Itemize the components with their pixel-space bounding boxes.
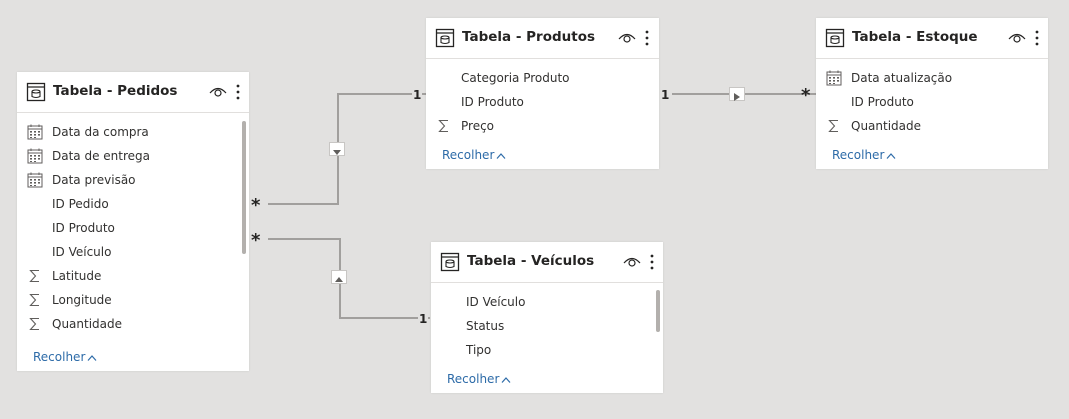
- more-options-icon[interactable]: [1034, 29, 1040, 47]
- table-title: Tabela - Pedidos: [53, 83, 178, 99]
- relationship-line-pedidos-veiculos[interactable]: [268, 238, 430, 319]
- field-name: Categoria Produto: [461, 71, 570, 85]
- filter-direction-right-icon[interactable]: [729, 87, 745, 101]
- eye-icon[interactable]: [618, 31, 636, 45]
- calendar-icon: [27, 172, 43, 188]
- table-card-pedidos[interactable]: Tabela - Pedidos Data da compra Data de e…: [17, 72, 249, 371]
- more-options-icon[interactable]: [235, 83, 241, 101]
- eye-icon[interactable]: [623, 255, 641, 269]
- field-row[interactable]: Preço: [426, 114, 646, 138]
- table-header[interactable]: Tabela - Estoque: [816, 18, 1048, 59]
- field-row[interactable]: Tipo: [431, 338, 651, 362]
- scrollbar[interactable]: [656, 290, 660, 332]
- table-header[interactable]: Tabela - Produtos: [426, 18, 659, 59]
- field-row[interactable]: ID Veículo: [431, 290, 651, 314]
- field-row[interactable]: ID Pedido: [17, 192, 237, 216]
- calendar-icon: [27, 124, 43, 140]
- table-header[interactable]: Tabela - Pedidos: [17, 72, 249, 113]
- field-name: ID Pedido: [52, 197, 109, 211]
- collapse-label: Recolher: [832, 148, 885, 162]
- field-row[interactable]: Quantidade: [17, 312, 237, 336]
- field-name: Status: [466, 319, 505, 333]
- collapse-label: Recolher: [33, 350, 86, 364]
- field-row[interactable]: Status: [431, 314, 651, 338]
- chevron-up-icon: [87, 354, 97, 361]
- chevron-up-icon: [501, 376, 511, 383]
- sigma-icon: [27, 268, 43, 284]
- field-name: ID Produto: [461, 95, 524, 109]
- table-card-veiculos[interactable]: Tabela - Veículos ID Veículo Status Tipo R…: [431, 242, 663, 393]
- more-options-icon[interactable]: [649, 253, 655, 271]
- field-row[interactable]: Longitude: [17, 288, 237, 312]
- filter-direction-down-icon[interactable]: [329, 142, 345, 156]
- more-options-icon[interactable]: [644, 29, 650, 47]
- sigma-icon: [436, 118, 452, 134]
- cardinality-many-pedidos-produtos: *: [251, 195, 261, 216]
- field-name: Data atualização: [851, 71, 953, 85]
- field-row[interactable]: ID Produto: [816, 90, 1036, 114]
- field-name: ID Produto: [851, 95, 914, 109]
- eye-icon[interactable]: [209, 85, 227, 99]
- field-name: Quantidade: [851, 119, 922, 133]
- table-title: Tabela - Estoque: [852, 29, 978, 45]
- cardinality-many-pedidos-veiculos: *: [251, 230, 261, 251]
- eye-icon[interactable]: [1008, 31, 1026, 45]
- sigma-icon: [27, 292, 43, 308]
- field-row[interactable]: Data de entrega: [17, 144, 237, 168]
- field-name: ID Produto: [52, 221, 115, 235]
- field-row[interactable]: Quantidade: [816, 114, 1036, 138]
- table-card-produtos[interactable]: Tabela - Produtos Categoria Produto ID Pr…: [426, 18, 659, 169]
- field-row[interactable]: ID Produto: [426, 90, 646, 114]
- field-row[interactable]: Data da compra: [17, 120, 237, 144]
- field-row[interactable]: ID Produto: [17, 216, 237, 240]
- field-name: Longitude: [52, 293, 112, 307]
- field-name: Data de entrega: [52, 149, 150, 163]
- field-name: Latitude: [52, 269, 102, 283]
- field-name: Data previsão: [52, 173, 136, 187]
- chevron-up-icon: [496, 152, 506, 159]
- table-icon: [26, 82, 46, 102]
- cardinality-one-pedidos-veiculos: 1: [418, 312, 429, 326]
- table-icon: [825, 28, 845, 48]
- sigma-icon: [826, 118, 842, 134]
- cardinality-many-produtos-estoque: *: [801, 85, 811, 106]
- table-title: Tabela - Produtos: [462, 29, 596, 45]
- scrollbar[interactable]: [242, 121, 246, 254]
- collapse-link[interactable]: Recolher: [442, 148, 506, 162]
- cardinality-one-pedidos-produtos: 1: [412, 88, 423, 102]
- collapse-label: Recolher: [442, 148, 495, 162]
- sigma-icon: [27, 316, 43, 332]
- field-name: Preço: [461, 119, 495, 133]
- table-icon: [440, 252, 460, 272]
- collapse-link[interactable]: Recolher: [447, 372, 511, 386]
- field-row[interactable]: Data atualização: [816, 66, 1036, 90]
- field-name: ID Veículo: [52, 245, 112, 259]
- cardinality-one-produtos-estoque: 1: [660, 88, 671, 102]
- table-header[interactable]: Tabela - Veículos: [431, 242, 663, 283]
- field-name: ID Veículo: [466, 295, 526, 309]
- field-row[interactable]: ID Veículo: [17, 240, 237, 264]
- calendar-icon: [826, 70, 842, 86]
- collapse-label: Recolher: [447, 372, 500, 386]
- filter-direction-up-icon[interactable]: [331, 270, 347, 284]
- field-row[interactable]: Data previsão: [17, 168, 237, 192]
- field-name: Data da compra: [52, 125, 149, 139]
- calendar-icon: [27, 148, 43, 164]
- field-row[interactable]: Latitude: [17, 264, 237, 288]
- relationship-line-pedidos-produtos[interactable]: [268, 93, 426, 205]
- field-name: Quantidade: [52, 317, 123, 331]
- field-row[interactable]: Categoria Produto: [426, 66, 646, 90]
- collapse-link[interactable]: Recolher: [33, 350, 97, 364]
- table-icon: [435, 28, 455, 48]
- field-name: Tipo: [466, 343, 492, 357]
- table-card-estoque[interactable]: Tabela - Estoque Data atualização ID Prod…: [816, 18, 1048, 169]
- collapse-link[interactable]: Recolher: [832, 148, 896, 162]
- chevron-up-icon: [886, 152, 896, 159]
- table-title: Tabela - Veículos: [467, 253, 595, 269]
